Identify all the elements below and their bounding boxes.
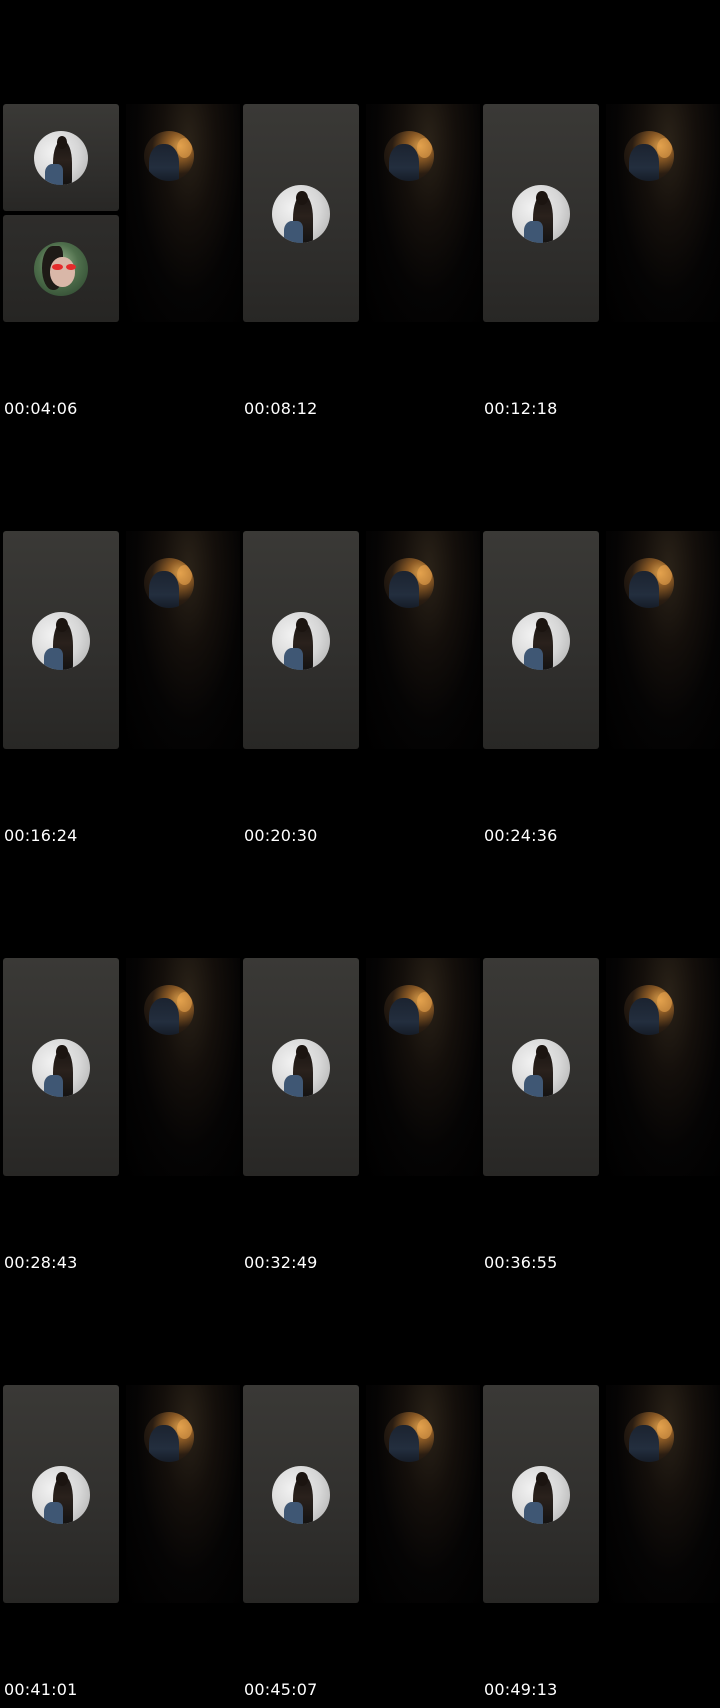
host-video-thumbnail — [624, 985, 674, 1035]
timestamp: 00:12:18 — [484, 399, 558, 418]
participant-tile[interactable] — [483, 104, 599, 322]
host-video-tile[interactable] — [126, 531, 240, 749]
call-screen[interactable] — [3, 531, 240, 749]
call-screen[interactable] — [483, 531, 720, 749]
participant-tile[interactable] — [3, 1385, 119, 1603]
host-video-tile[interactable] — [126, 958, 240, 1176]
timestamp: 00:28:43 — [4, 1253, 78, 1272]
host-video-tile[interactable] — [606, 104, 720, 322]
woman-avatar-icon — [272, 185, 330, 243]
host-video-thumbnail — [624, 131, 674, 181]
timestamp: 00:36:55 — [484, 1253, 558, 1272]
woman-avatar-icon — [512, 1039, 570, 1097]
call-screen[interactable] — [243, 958, 480, 1176]
woman-avatar-icon — [34, 131, 88, 185]
participant-tile[interactable] — [483, 958, 599, 1176]
participant-tile[interactable] — [243, 958, 359, 1176]
call-screen[interactable] — [243, 531, 480, 749]
woman-avatar-icon — [272, 612, 330, 670]
woman-avatar-icon — [272, 1039, 330, 1097]
host-video-tile[interactable] — [606, 958, 720, 1176]
woman-avatar-icon — [32, 1466, 90, 1524]
call-screen[interactable] — [483, 958, 720, 1176]
call-screen[interactable] — [243, 104, 480, 322]
participant-tile[interactable] — [243, 104, 359, 322]
host-video-thumbnail — [144, 985, 194, 1035]
participant-tile[interactable] — [483, 531, 599, 749]
call-screen[interactable] — [3, 104, 240, 322]
participant-tile[interactable] — [3, 104, 119, 211]
thumbnail-frame-row: 00:28:43 00:32:49 00:36:55 — [0, 854, 720, 1281]
timestamp: 00:32:49 — [244, 1253, 318, 1272]
participant-tile[interactable] — [3, 958, 119, 1176]
host-video-thumbnail — [384, 985, 434, 1035]
host-video-tile[interactable] — [366, 531, 480, 749]
host-video-thumbnail — [384, 1412, 434, 1462]
host-video-thumbnail — [624, 558, 674, 608]
timestamp: 00:04:06 — [4, 399, 78, 418]
host-video-tile[interactable] — [606, 1385, 720, 1603]
host-video-tile[interactable] — [606, 531, 720, 749]
host-video-thumbnail — [384, 558, 434, 608]
timestamp: 00:24:36 — [484, 826, 558, 845]
host-video-thumbnail — [144, 558, 194, 608]
host-video-tile[interactable] — [366, 958, 480, 1176]
timestamp: 00:20:30 — [244, 826, 318, 845]
host-video-thumbnail — [144, 131, 194, 181]
timestamp: 00:49:13 — [484, 1680, 558, 1699]
call-screen[interactable] — [3, 958, 240, 1176]
woman-avatar-icon — [512, 185, 570, 243]
thumbnail-frame-row: 00:04:06 00:08:12 00:12:18 — [0, 0, 720, 427]
host-video-thumbnail — [384, 131, 434, 181]
woman-avatar-icon — [512, 1466, 570, 1524]
timestamp: 00:45:07 — [244, 1680, 318, 1699]
woman-avatar-icon — [272, 1466, 330, 1524]
woman-avatar-icon — [512, 612, 570, 670]
participant-tile-second[interactable] — [3, 215, 119, 322]
host-video-tile[interactable] — [366, 104, 480, 322]
participant-tile[interactable] — [243, 531, 359, 749]
woman-avatar-icon — [32, 1039, 90, 1097]
red-glasses-avatar-icon — [34, 242, 88, 296]
call-screen[interactable] — [483, 104, 720, 322]
host-video-tile[interactable] — [366, 1385, 480, 1603]
host-video-tile[interactable] — [126, 1385, 240, 1603]
call-screen[interactable] — [243, 1385, 480, 1603]
participant-tile[interactable] — [243, 1385, 359, 1603]
host-video-thumbnail — [144, 1412, 194, 1462]
participant-tile[interactable] — [3, 531, 119, 749]
woman-avatar-icon — [32, 612, 90, 670]
thumbnail-frame-row: 00:16:24 00:20:30 00:24:36 — [0, 427, 720, 854]
timestamp: 00:16:24 — [4, 826, 78, 845]
timestamp: 00:41:01 — [4, 1680, 78, 1699]
host-video-tile[interactable] — [126, 104, 240, 322]
participant-tile[interactable] — [483, 1385, 599, 1603]
host-video-thumbnail — [624, 1412, 674, 1462]
call-screen[interactable] — [3, 1385, 240, 1603]
thumbnail-frame-row: 00:41:01 00:45:07 00:49:13 — [0, 1281, 720, 1708]
call-screen[interactable] — [483, 1385, 720, 1603]
timestamp: 00:08:12 — [244, 399, 318, 418]
